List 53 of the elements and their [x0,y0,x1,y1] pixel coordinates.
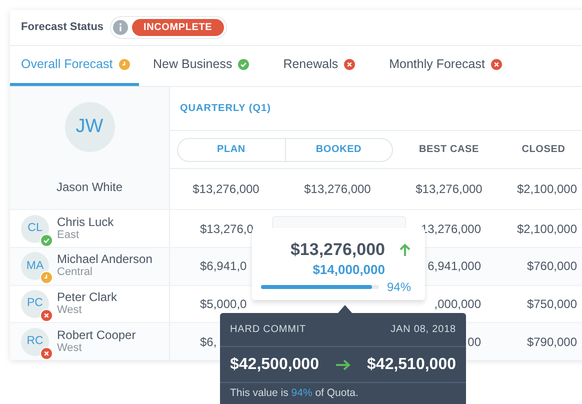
table-cell: $5,000,0 [200,297,247,311]
tooltip-note: This value is 94% of Quota. [230,386,358,402]
manager-name: Jason White [56,179,123,196]
tab[interactable]: New Business [142,46,270,86]
table-cell: $13,276,0 [200,222,254,236]
tab[interactable]: Monthly Forecast [378,46,522,86]
rep-name: Michael Anderson [57,253,152,266]
forecast-status-label: Forecast Status [21,20,104,36]
up-arrow-icon [399,242,411,257]
tooltip-to-value: $42,510,000 [367,354,456,374]
table-cell: $2,100,000 [516,222,577,236]
right-arrow-icon [335,358,351,370]
check-icon [238,59,250,70]
clock-icon [118,59,130,70]
popup-target: $14,000,000 [312,262,385,276]
avatar: JW [64,102,114,152]
rep-region: East [57,228,80,242]
table-cell: $6, [200,334,217,349]
avatar: PC [21,290,49,318]
rep-name: Chris Luck [57,216,114,229]
table-cell-text: $13,276,000 [303,181,372,198]
table-cell-text: $13,276,000 [192,181,260,198]
table-cell: $750,000 [526,297,577,311]
error-icon [344,59,356,70]
column-header: CLOSED [520,143,566,158]
rep-name: Peter Clark [57,291,118,304]
table-cell: $6,941,0 [200,259,247,274]
table-cell: $760,000 [526,259,577,274]
tooltip-from-value: $42,500,000 [230,354,319,374]
avatar: MA [21,252,49,280]
avatar: CL [21,214,49,243]
table-cell: 00 [468,334,481,349]
rep-name: Robert Cooper [57,328,136,342]
rep-region: West [57,304,83,317]
info-icon [112,20,128,35]
tooltip-date: JAN 08, 2018 [390,323,456,337]
column-header: BEST CASE [418,143,480,158]
avatar: RC [21,328,49,356]
incomplete-badge: INCOMPLETE [132,18,224,36]
popup-value: $13,276,000 [290,239,385,261]
table-cell-text: $13,276,000 [414,181,484,198]
progress-percent: 94% [386,278,411,296]
tooltip-title: HARD COMMIT [230,323,306,337]
table-cell: $790,000 [526,334,577,349]
error-icon [490,59,502,70]
table-cell-text: $2,100,000 [516,181,578,198]
tab[interactable]: Renewals [272,46,376,86]
table-cell: 6,941,000 [428,259,481,274]
period-label: QUARTERLY (Q1) [180,102,271,116]
table-cell: ,000,000 [434,297,481,311]
rep-region: West [57,342,83,355]
table-cell: 13,276,000 [420,222,481,236]
rep-region: Central [57,266,94,280]
